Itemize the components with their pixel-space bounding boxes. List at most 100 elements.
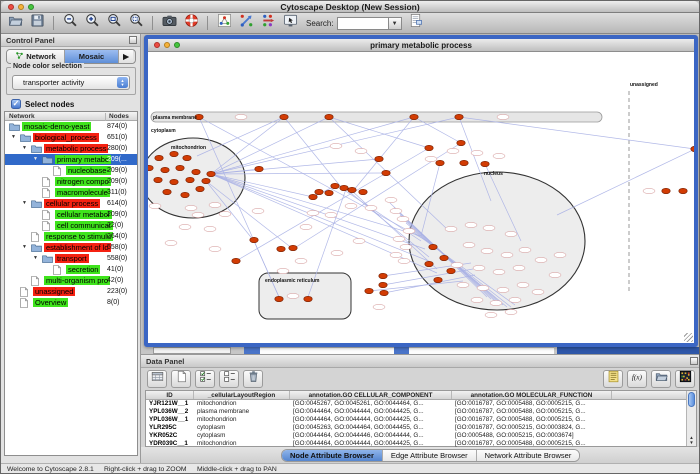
graph-node[interactable]	[250, 237, 258, 242]
graph-node[interactable]	[325, 114, 333, 119]
tree-row[interactable]: cell communicat22(0)	[5, 220, 137, 231]
graph-node[interactable]	[429, 244, 437, 249]
graph-node[interactable]	[365, 288, 373, 293]
tree-row[interactable]: mosaic-demo-yeast874(0)	[5, 121, 137, 132]
graph-node[interactable]	[447, 268, 455, 273]
tree-column-nodes[interactable]: Nodes	[105, 113, 129, 121]
tab-mosaic[interactable]: Mosaic	[65, 50, 119, 63]
tree-row[interactable]: ▼biological_process651(0)	[5, 132, 137, 143]
tree-row[interactable]: unassigned223(0)	[5, 286, 137, 297]
tree-row[interactable]: secretion41(0)	[5, 264, 137, 275]
graph-node[interactable]	[436, 160, 444, 165]
graph-node[interactable]	[192, 169, 200, 174]
minimize-button[interactable]	[164, 42, 170, 48]
table-scrollbar[interactable]: ▲▼	[686, 391, 696, 446]
select-all-attributes-button[interactable]	[147, 370, 167, 388]
expander-icon[interactable]: ▼	[22, 198, 27, 209]
graph-node[interactable]	[340, 185, 348, 190]
zoom-selected-button[interactable]	[127, 15, 145, 32]
column-header[interactable]: ID	[146, 391, 194, 399]
graph-node[interactable]	[196, 186, 204, 191]
network-overview-button[interactable]	[215, 15, 233, 32]
search-dropdown-button[interactable]: ▼	[389, 17, 402, 30]
snapshot-camera-button[interactable]	[160, 15, 178, 32]
tree-row[interactable]: nucleobase-209(0)	[5, 165, 137, 176]
tab-scroll-arrow[interactable]: ▶	[119, 50, 133, 63]
open-folder-button[interactable]	[6, 15, 24, 32]
float-panel-icon[interactable]	[129, 36, 137, 44]
expander-icon[interactable]: ▼	[33, 253, 38, 264]
expander-icon[interactable]: ▼	[22, 143, 27, 154]
graph-node[interactable]	[280, 114, 288, 119]
network-window-titlebar[interactable]: primary metabolic process	[148, 39, 694, 52]
graph-node[interactable]	[325, 190, 333, 195]
graph-node[interactable]	[315, 189, 323, 194]
expander-icon[interactable]: ▼	[33, 154, 38, 165]
tree-column-network[interactable]: Network	[9, 113, 35, 120]
graph-node[interactable]	[309, 194, 317, 199]
float-panel-icon[interactable]	[690, 357, 698, 365]
table-row[interactable]: YPL036W__2plasma membrane[GO:0044464, GO…	[146, 408, 696, 416]
node-color-dropdown[interactable]: transporter activity ▲▼	[12, 75, 130, 90]
graph-node[interactable]	[455, 114, 463, 119]
network-graph[interactable]: plasma membranecytoplasmmitochondrionnuc…	[148, 52, 694, 343]
tree-row[interactable]: cellular metabol209(0)	[5, 209, 137, 220]
graph-node[interactable]	[255, 166, 263, 171]
table-row[interactable]: YPL036W__1mitochondrion[GO:0044464, GO:0…	[146, 416, 696, 424]
attribute-list-button[interactable]	[603, 370, 623, 388]
graph-node[interactable]	[359, 189, 367, 194]
graph-node[interactable]	[457, 140, 465, 145]
zoom-out-button[interactable]	[61, 15, 79, 32]
table-row[interactable]: YLR295Ccytoplasm[GO:0045263, GO:0044464,…	[146, 424, 696, 432]
graph-node[interactable]	[277, 246, 285, 251]
attribute-import-button[interactable]	[407, 15, 425, 32]
network-view-window[interactable]: primary metabolic process plasma membran…	[144, 35, 698, 347]
select-attributes-button[interactable]	[195, 370, 215, 388]
close-button[interactable]	[154, 42, 160, 48]
graph-node[interactable]	[202, 178, 210, 183]
link-monitor-button[interactable]	[281, 15, 299, 32]
function-builder-button[interactable]: f(x)	[627, 370, 647, 388]
graph-node[interactable]	[154, 177, 162, 182]
graph-node[interactable]	[163, 189, 171, 194]
tree-row[interactable]: ▼cellular process614(0)	[5, 198, 137, 209]
layout-attribute-button[interactable]	[259, 15, 277, 32]
tree-row[interactable]: response to stimulu264(0)	[5, 231, 137, 242]
layout-xy-button[interactable]	[237, 15, 255, 32]
graph-node[interactable]	[148, 165, 153, 170]
import-attributes-button[interactable]	[651, 370, 671, 388]
tab-node-attribute-browser[interactable]: Node Attribute Browser	[282, 450, 383, 461]
graph-node[interactable]	[170, 151, 178, 156]
graph-node[interactable]	[170, 179, 178, 184]
graph-node[interactable]	[662, 188, 670, 193]
graph-node[interactable]	[375, 156, 383, 161]
save-button[interactable]	[28, 15, 46, 32]
graph-node[interactable]	[232, 258, 240, 263]
window-titlebar[interactable]: Cytoscape Desktop (New Session)	[1, 1, 699, 13]
maximize-button[interactable]	[174, 42, 180, 48]
graph-node[interactable]	[176, 165, 184, 170]
graph-node[interactable]	[382, 170, 390, 175]
graph-node[interactable]	[155, 155, 163, 160]
graph-node[interactable]	[379, 282, 387, 287]
tree-row[interactable]: ▼metabolic process280(0)	[5, 143, 137, 154]
graph-node[interactable]	[275, 296, 283, 301]
graph-node[interactable]	[289, 245, 297, 250]
graph-node[interactable]	[379, 273, 387, 278]
graph-node[interactable]	[331, 183, 339, 188]
graph-node[interactable]	[440, 255, 448, 260]
expander-icon[interactable]: ▼	[22, 242, 27, 253]
tree-row[interactable]: multi-organism pro42(0)	[5, 275, 137, 286]
graph-node[interactable]	[691, 146, 694, 151]
tree-row[interactable]: Overview8(0)	[5, 297, 137, 308]
scrollbar-thumb[interactable]	[688, 392, 695, 407]
graph-node[interactable]	[186, 177, 194, 182]
table-row[interactable]: YJR121W__1mitochondrion[GO:0045267, GO:0…	[146, 400, 696, 408]
tab-edge-attribute-browser[interactable]: Edge Attribute Browser	[383, 450, 477, 461]
column-header[interactable]: annotation.GO CELLULAR_COMPONENT	[290, 391, 452, 399]
resize-grip[interactable]	[684, 333, 693, 342]
tab-network-attribute-browser[interactable]: Network Attribute Browser	[477, 450, 580, 461]
minimize-button[interactable]	[18, 4, 24, 10]
matrix-view-button[interactable]	[675, 370, 695, 388]
graph-node[interactable]	[183, 155, 191, 160]
